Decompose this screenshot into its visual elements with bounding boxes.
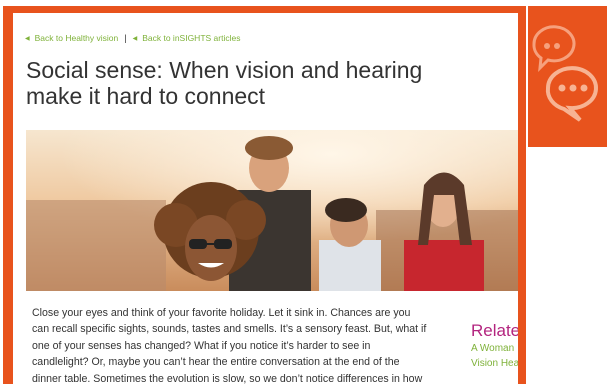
chevron-left-icon: ◀: [25, 35, 30, 42]
page-title: Social sense: When vision and hearing ma…: [26, 57, 466, 109]
related-link[interactable]: Vision Hea: [471, 356, 518, 371]
breadcrumb-healthy-vision[interactable]: ◀ Back to Healthy vision: [25, 33, 118, 43]
article-body-line: Close your eyes and think of your favori…: [32, 307, 411, 319]
chevron-left-icon: ◀: [132, 35, 138, 42]
breadcrumb-label: Back to inSIGHTS articles: [142, 33, 241, 43]
article-body: Close your eyes and think of your favori…: [32, 305, 432, 384]
breadcrumb-label: Back to Healthy vision: [34, 33, 119, 43]
article-body-line: one of your senses has changed? What if …: [32, 339, 371, 352]
related-heading: Related: [471, 321, 518, 340]
article-body-line: candlelight? Or, maybe you can’t hear th…: [32, 356, 400, 369]
page-title-line-1: Social sense: When vision and hearing: [26, 57, 423, 83]
related-sidebar: Related A Woman Vision Hea: [471, 321, 518, 371]
article-page: ◀ Back to Healthy vision | ◀ Back to inS…: [13, 13, 518, 384]
page-title-line-2: make it hard to connect: [26, 83, 266, 109]
chat-tile[interactable]: [528, 6, 607, 147]
article-body-line: dinner table. Sometimes the evolution is…: [32, 372, 423, 384]
related-link[interactable]: A Woman: [471, 341, 518, 356]
hero-photo: [26, 130, 518, 291]
breadcrumb: ◀ Back to Healthy vision | ◀ Back to inS…: [25, 33, 240, 43]
article-body-line: can recall specific sights, sounds, tast…: [32, 323, 427, 336]
chat-bubbles-icon: [532, 25, 598, 122]
breadcrumb-insights-articles[interactable]: ◀ Back to inSIGHTS articles: [133, 33, 241, 43]
breadcrumb-separator: |: [124, 33, 127, 43]
